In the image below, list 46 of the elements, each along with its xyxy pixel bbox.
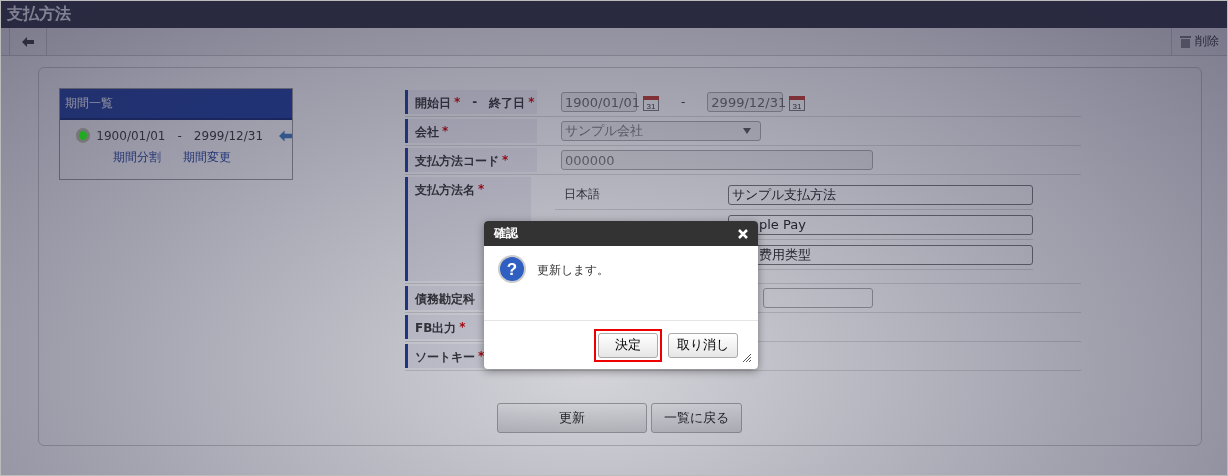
field-label: 終了日 [489, 95, 526, 112]
required-mark: * [528, 95, 535, 111]
action-button[interactable]: 一覧に戻る [651, 403, 742, 433]
trash-icon [1180, 35, 1191, 48]
required-mark: * [442, 124, 449, 140]
date-separator: - [681, 95, 686, 109]
period-link[interactable]: 期間分割 [113, 149, 161, 166]
panel-title: 期間一覧 [65, 95, 113, 112]
input-field[interactable] [763, 288, 873, 308]
period-separator: - [177, 128, 182, 143]
language-label: 日本語 [563, 186, 601, 203]
field-label: 支払方法コード [415, 153, 499, 170]
required-mark: * [478, 182, 485, 198]
period-link[interactable]: 期間変更 [183, 149, 231, 166]
left-arrow-icon[interactable] [279, 129, 292, 142]
start-date-field[interactable]: 1900/01/01 [561, 92, 637, 112]
name-field[interactable]: ple Pay [728, 214, 1033, 235]
page-title: 支払方法 [7, 4, 71, 25]
name-field[interactable]: サンプル支払方法 [728, 184, 1033, 205]
dialog-button[interactable]: 取り消し [668, 332, 738, 358]
calendar-icon[interactable]: 31 [789, 93, 806, 111]
field-label: 債務勘定科 [415, 291, 475, 308]
field-label: 開始日 [415, 95, 451, 112]
required-mark: * [502, 153, 509, 169]
period-start: 1900/01/01 [96, 128, 166, 143]
field-label: FB出力 [415, 320, 457, 337]
caret-icon [743, 128, 751, 134]
field-label: ソートキー [415, 349, 475, 366]
required-mark: * [478, 349, 485, 365]
required-mark: * [454, 95, 461, 111]
field-label: 会社 [415, 124, 439, 141]
dialog-button[interactable]: 決定 [598, 332, 658, 358]
back-arrow-icon [22, 36, 34, 47]
question-icon: ? [497, 254, 527, 284]
calendar-icon[interactable]: 31 [643, 93, 659, 111]
close-icon[interactable] [738, 228, 748, 239]
required-mark: * [459, 320, 466, 336]
period-end: 2999/12/31 [193, 128, 264, 143]
dialog-title: 確認 [494, 225, 518, 242]
field-label: 支払方法名 [415, 182, 475, 199]
dialog-message: 更新します。 [537, 262, 609, 279]
field-label: - [472, 95, 478, 111]
end-date-field[interactable]: 2999/12/31 [707, 92, 784, 112]
back-button[interactable] [9, 28, 47, 55]
action-button[interactable]: 更新 [497, 403, 647, 433]
resize-grip-icon[interactable] [743, 354, 751, 362]
